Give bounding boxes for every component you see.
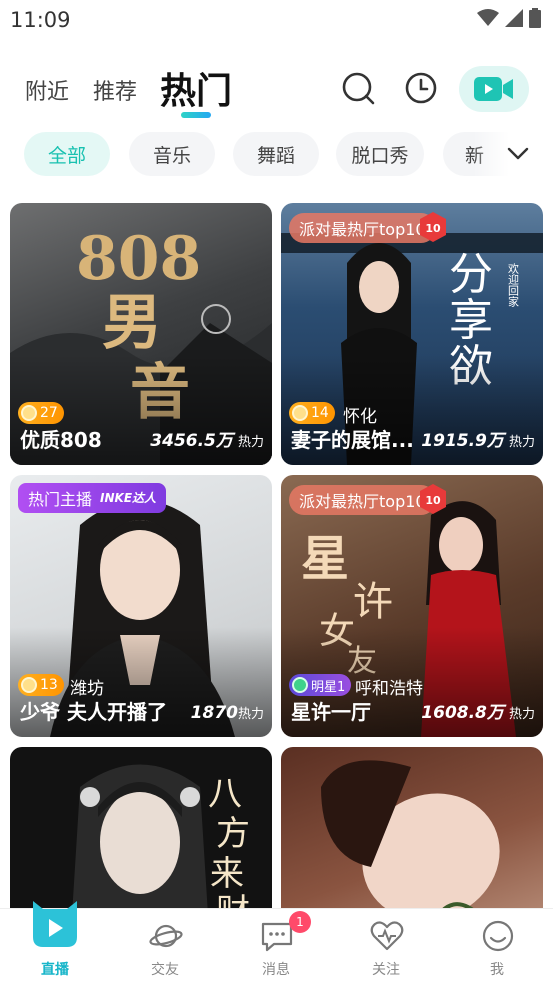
live-room-card[interactable]: 星 许 女 友 派对最热厅top10 10 明星1 呼和浩特 星许一厅 1608…: [281, 475, 543, 737]
heat-number: 1915.9万: [421, 431, 504, 451]
hot-streamer-label: 热门主播: [28, 490, 93, 509]
room-title: 优质808: [20, 428, 102, 452]
level-gem-icon: [292, 405, 308, 421]
category-talkshow[interactable]: 脱口秀: [336, 132, 424, 176]
cover-text: 来: [210, 854, 244, 894]
heat-unit: 热力: [237, 707, 264, 722]
cover-text: 男: [102, 288, 162, 358]
live-room-card[interactable]: 808 男 音 27 优质808 3456.5万 热力: [10, 203, 272, 465]
level-badge: 14: [289, 402, 335, 424]
planet-icon: [149, 924, 183, 948]
nav-messages[interactable]: 1 消息: [221, 909, 331, 983]
cover-text: 星: [301, 531, 349, 587]
top10-emblem-icon: 10: [420, 484, 446, 514]
cover-text: 许: [353, 579, 393, 625]
category-dance[interactable]: 舞蹈: [233, 132, 319, 176]
heat-number: 1608.8万: [421, 703, 504, 723]
wifi-icon: [477, 9, 499, 26]
nav-follow-label: 关注: [372, 962, 400, 978]
nav-me[interactable]: 我: [442, 909, 552, 983]
room-title: 星许一厅: [291, 700, 371, 724]
cover-text: 欢迎回家: [507, 262, 520, 307]
heart-pulse-icon: [370, 921, 404, 951]
tab-nearby[interactable]: 附近: [25, 74, 69, 106]
heat-value: 3456.5万 热力: [150, 426, 264, 451]
svg-text:10: 10: [425, 222, 441, 235]
category-music[interactable]: 音乐: [129, 132, 215, 176]
tab-indicator: [181, 112, 211, 118]
nav-friends[interactable]: 交友: [110, 909, 220, 983]
heat-unit: 热力: [508, 707, 535, 722]
live-room-card[interactable]: 分 享 欲 欢迎回家 派对最热厅top10 10 14 怀化 妻子的展馆... …: [281, 203, 543, 465]
tab-hot[interactable]: 热门: [160, 62, 232, 114]
cover-text: 八: [208, 774, 242, 814]
bottom-nav: 直播 交友 1 消息 关注 我: [0, 901, 553, 983]
video-camera-icon: [474, 77, 513, 101]
heat-unit: 热力: [508, 435, 535, 450]
history-clock-icon[interactable]: [401, 68, 441, 108]
tab-recommend[interactable]: 推荐: [93, 74, 137, 106]
cover-text: 享: [449, 295, 493, 346]
inke-talent-label: INKE达人: [100, 490, 157, 505]
nav-me-label: 我: [490, 962, 504, 978]
cover-text: 方: [216, 814, 250, 854]
category-all[interactable]: 全部: [24, 132, 110, 176]
nav-live-label: 直播: [41, 962, 69, 978]
live-room-card[interactable]: 热门主播 INKE达人 13 潍坊 少爷 夫人开播了 1870热力: [10, 475, 272, 737]
level-gem-icon: [21, 405, 37, 421]
heat-unit: 热力: [237, 435, 264, 450]
nav-messages-label: 消息: [262, 962, 290, 978]
level-value: 13: [40, 677, 58, 693]
heat-number: 3456.5万: [150, 431, 233, 451]
heat-value: 1608.8万 热力: [421, 698, 535, 723]
live-tv-icon: [33, 901, 77, 947]
start-live-button[interactable]: [459, 66, 529, 112]
status-time: 11:09: [10, 8, 71, 32]
cover-text: 分: [449, 249, 493, 300]
status-icons: [477, 8, 541, 28]
star-level-badge: 明星1: [289, 674, 352, 696]
heat-number: 1870: [190, 703, 238, 723]
level-value: 14: [311, 405, 329, 421]
level-badge: 13: [18, 674, 64, 696]
nav-live[interactable]: 直播: [0, 901, 110, 983]
nav-follow[interactable]: 关注: [331, 909, 441, 983]
heat-value: 1870热力: [191, 703, 264, 723]
party-top10-badge: 派对最热厅top10: [289, 485, 436, 515]
star-level-value: 明星1: [311, 679, 346, 695]
level-gem-icon: [21, 677, 37, 693]
party-top10-badge: 派对最热厅top10: [289, 213, 436, 243]
battery-icon: [529, 8, 541, 28]
star-gem-icon: [292, 677, 308, 693]
room-title: 妻子的展馆...: [291, 428, 414, 452]
hot-streamer-badge: 热门主播 INKE达人: [18, 483, 167, 513]
cover-text: 808: [76, 224, 201, 294]
search-icon[interactable]: [338, 68, 378, 108]
heat-value: 1915.9万 热力: [421, 426, 535, 451]
level-value: 27: [40, 405, 58, 421]
chevron-down-icon[interactable]: [505, 140, 531, 166]
nav-friends-label: 交友: [151, 962, 179, 978]
unread-count-badge: 1: [289, 911, 311, 933]
room-title: 少爷 夫人开播了: [20, 700, 167, 724]
top-nav: 附近 推荐 热门: [0, 58, 553, 128]
signal-icon: [505, 9, 523, 27]
category-bar: 全部 音乐 舞蹈 脱口秀 新: [0, 130, 553, 180]
smiley-face-icon: [482, 920, 514, 952]
level-badge: 27: [18, 402, 64, 424]
svg-text:10: 10: [425, 494, 441, 507]
status-bar: 11:09: [0, 0, 553, 40]
top10-emblem-icon: 10: [420, 212, 446, 242]
